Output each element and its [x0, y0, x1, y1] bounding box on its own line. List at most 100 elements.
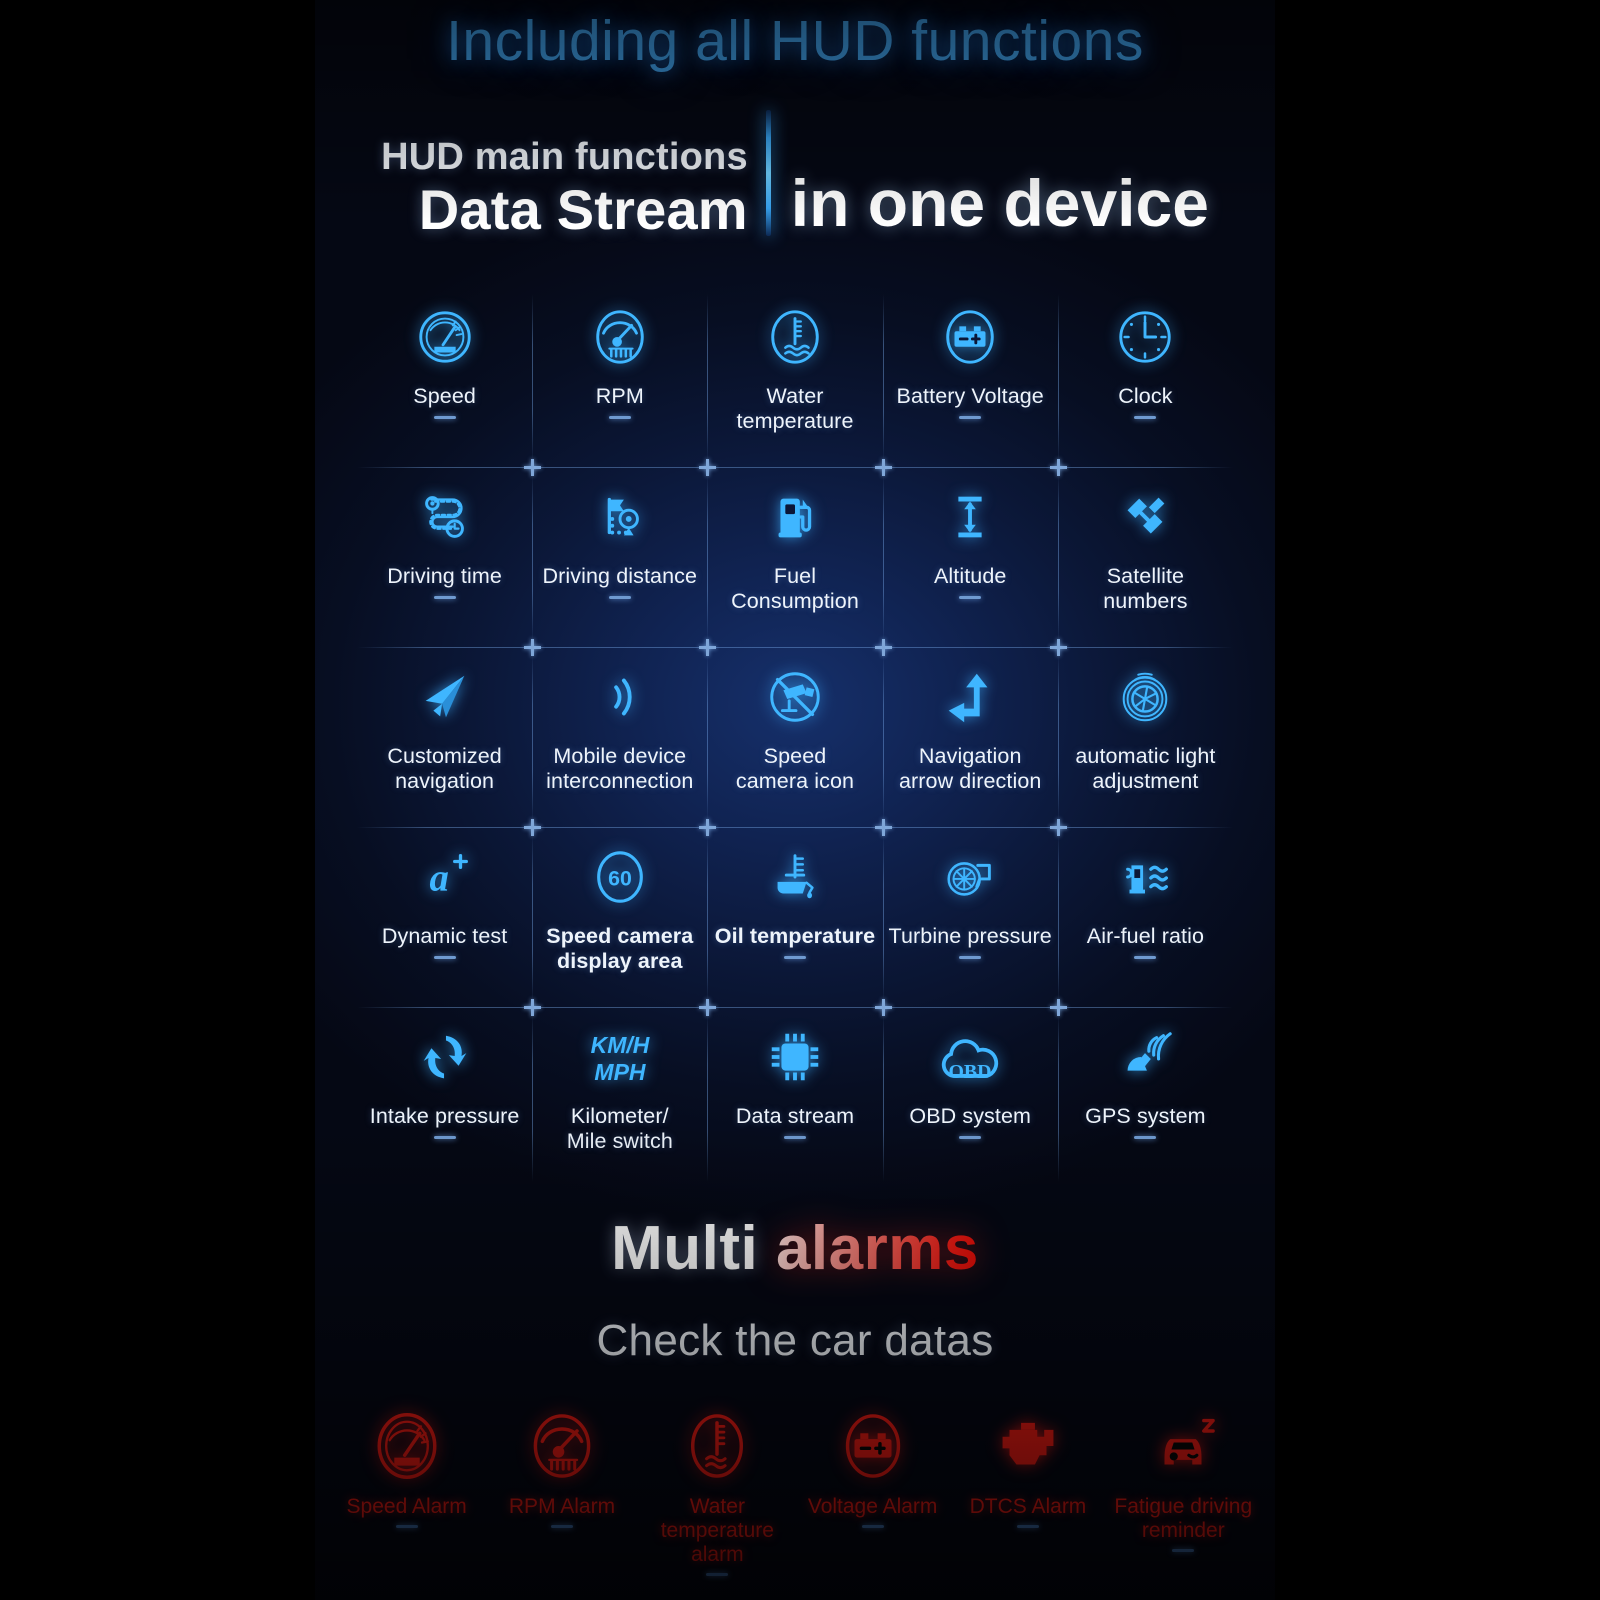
content-panel: Including all HUD functions HUD main fun…	[315, 0, 1275, 1600]
functions-grid: Speed RPM Water temperature Battery Voltage C…	[357, 288, 1233, 1188]
function-cell-speed-camera[interactable]: Speed camera icon	[707, 648, 882, 828]
cell-separator	[532, 654, 534, 822]
function-row: Customized navigation Mobile device interco…	[357, 648, 1233, 836]
cell-separator	[1057, 294, 1059, 462]
chip-icon	[764, 1014, 826, 1100]
cell-separator	[532, 294, 534, 462]
function-cell-fuel-pump[interactable]: Fuel Consumption	[707, 468, 882, 648]
alarm-item-speed-alarm[interactable]: Speed Alarm	[329, 1400, 484, 1576]
label-underline	[1134, 955, 1157, 959]
function-label: Air-fuel ratio	[1086, 924, 1205, 948]
svg-text:OBD: OBD	[949, 1061, 992, 1083]
multi-alarms-title: Multi alarms	[315, 1213, 1275, 1284]
function-label: Water temperature	[736, 384, 854, 433]
function-cell-altitude-arrow[interactable]: Altitude	[882, 468, 1058, 648]
svg-text:MPH: MPH	[594, 1059, 646, 1085]
altitude-arrow-icon	[939, 474, 1001, 560]
label-underline	[784, 955, 806, 959]
function-label: Driving time	[387, 564, 502, 588]
label-underline	[1134, 415, 1157, 419]
function-label: Intake pressure	[369, 1104, 520, 1128]
clock-icon	[1114, 294, 1176, 380]
cell-separator	[707, 1014, 709, 1182]
cell-separator	[882, 474, 884, 642]
function-label: Satellite numbers	[1103, 564, 1188, 613]
header-heading: Data Stream	[418, 178, 748, 241]
function-cell-oil-temperature[interactable]: Oil temperature	[707, 828, 882, 1008]
function-cell-air-fuel-ratio[interactable]: Air-fuel ratio	[1057, 828, 1233, 1008]
alarm-underline	[861, 1525, 884, 1529]
fuel-pump-icon	[764, 474, 826, 560]
rpm-gauge-icon	[589, 294, 651, 380]
function-cell-rpm-gauge[interactable]: RPM	[532, 288, 707, 468]
function-cell-gps-satellite-signal[interactable]: GPS system	[1057, 1008, 1233, 1188]
paper-plane-icon	[414, 654, 476, 740]
function-cell-flag-pin-route[interactable]: Driving distance	[532, 468, 707, 648]
header-block: HUD main functions Data Stream in one de…	[315, 110, 1275, 238]
function-row: Speed RPM Water temperature Battery Voltage C…	[357, 288, 1233, 476]
route-timer-icon	[414, 474, 476, 560]
function-label: Speed	[413, 384, 476, 408]
a-plus-icon: a	[414, 834, 476, 920]
function-label: Fuel Consumption	[731, 564, 859, 613]
function-cell-route-timer[interactable]: Driving time	[357, 468, 532, 648]
satellite-icon	[1114, 474, 1176, 560]
multi-alarms-title-red: alarms	[775, 1214, 979, 1283]
alarm-label: RPM Alarm	[508, 1495, 616, 1518]
kmh-mph-icon: KM/H MPH	[574, 1014, 666, 1100]
alarm-item-water-temperature-alarm[interactable]: Water temperature alarm	[640, 1400, 795, 1577]
cell-separator	[1057, 654, 1059, 822]
turbo-icon	[939, 834, 1001, 920]
cell-separator	[532, 1014, 534, 1182]
alarm-item-rpm-alarm[interactable]: RPM Alarm	[484, 1400, 639, 1576]
function-label: Dynamic test	[381, 924, 508, 948]
function-cell-turbo[interactable]: Turbine pressure	[882, 828, 1058, 1008]
wireless-waves-icon	[589, 654, 651, 740]
cell-separator	[532, 474, 534, 642]
header-left: HUD main functions Data Stream	[381, 138, 766, 238]
cell-separator	[882, 294, 884, 462]
speed-alarm-icon	[370, 1400, 444, 1492]
function-cell-light-sensor-aperture[interactable]: automatic light adjustment	[1057, 648, 1233, 828]
function-cell-water-temperature[interactable]: Water temperature	[707, 288, 882, 468]
function-cell-obd-cloud[interactable]: OBD OBD system	[882, 1008, 1058, 1188]
intake-recycle-icon	[414, 1014, 476, 1100]
function-cell-a-plus[interactable]: a Dynamic test	[357, 828, 532, 1008]
alarm-item-voltage-alarm[interactable]: Voltage Alarm	[795, 1400, 950, 1576]
function-cell-chip[interactable]: Data stream	[707, 1008, 882, 1188]
alarm-item-fatigue-driving[interactable]: Fatigue driving reminder	[1106, 1400, 1261, 1576]
function-cell-clock[interactable]: Clock	[1057, 288, 1233, 468]
infographic-page: Including all HUD functions HUD main fun…	[0, 0, 1600, 1600]
alarm-label: Speed Alarm	[346, 1495, 467, 1518]
function-label: Turbine pressure	[888, 924, 1052, 948]
function-label: Clock	[1118, 384, 1173, 408]
function-cell-kmh-mph[interactable]: KM/H MPH Kilometer/Mile switch	[532, 1008, 707, 1188]
multi-alarms-title-white: Multi	[611, 1214, 776, 1283]
svg-text:a: a	[429, 857, 448, 900]
water-temperature-alarm-icon	[680, 1400, 754, 1492]
cell-separator	[882, 654, 884, 822]
function-cell-wireless-waves[interactable]: Mobile device interconnection	[532, 648, 707, 828]
alarm-label: Water temperature alarm	[660, 1495, 774, 1567]
function-cell-battery[interactable]: Battery Voltage	[882, 288, 1058, 468]
obd-cloud-icon: OBD	[934, 1014, 1006, 1100]
flag-pin-route-icon	[589, 474, 651, 560]
cell-separator	[707, 654, 709, 822]
function-cell-paper-plane[interactable]: Customized navigation	[357, 648, 532, 828]
function-cell-satellite[interactable]: Satellite numbers	[1057, 468, 1233, 648]
air-fuel-ratio-icon	[1114, 834, 1176, 920]
label-underline	[959, 415, 982, 419]
function-label: Driving distance	[542, 564, 698, 588]
voltage-alarm-icon	[836, 1400, 910, 1492]
function-cell-speed-limit-60[interactable]: 60 Speed camera display area	[532, 828, 707, 1008]
function-cell-speedometer[interactable]: Speed	[357, 288, 532, 468]
function-cell-navigation-arrow[interactable]: Navigation arrow direction	[882, 648, 1058, 828]
label-underline	[959, 1135, 982, 1139]
cell-separator	[707, 834, 709, 1002]
function-label: Battery Voltage	[896, 384, 1044, 408]
battery-icon	[939, 294, 1001, 380]
label-underline	[608, 415, 631, 419]
oil-temperature-icon	[764, 834, 826, 920]
function-cell-intake-recycle[interactable]: Intake pressure	[357, 1008, 532, 1188]
alarm-item-dtcs-engine-alarm[interactable]: DTCS Alarm	[950, 1400, 1105, 1576]
